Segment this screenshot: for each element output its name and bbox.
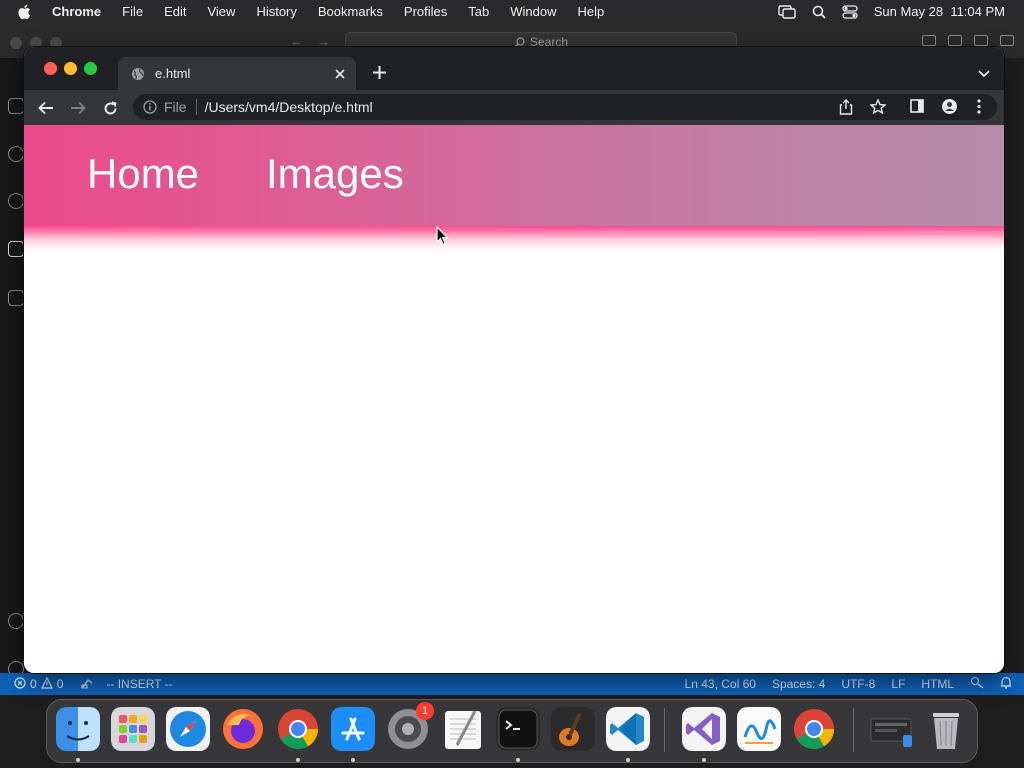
search-sidebar-icon[interactable] xyxy=(8,146,24,162)
window-minimize-button[interactable] xyxy=(64,62,77,75)
dock-google-chrome-2-icon[interactable] xyxy=(792,707,836,751)
dock-running-indicator xyxy=(626,758,630,762)
dock-firefox-icon[interactable] xyxy=(221,707,265,751)
bookmark-star-icon[interactable] xyxy=(870,99,886,114)
vscode-activity-bar xyxy=(0,58,24,695)
menu-edit[interactable]: Edit xyxy=(164,4,186,19)
source-control-icon[interactable] xyxy=(8,193,24,209)
warning-icon[interactable] xyxy=(40,676,53,692)
menu-profiles[interactable]: Profiles xyxy=(404,4,447,19)
indentation[interactable]: Spaces: 4 xyxy=(772,677,825,691)
menubar-clock[interactable]: Sun May 28 11:04 PM xyxy=(874,4,1005,19)
menu-history[interactable]: History xyxy=(256,4,296,19)
menu-window[interactable]: Window xyxy=(510,4,556,19)
reload-button-icon[interactable] xyxy=(100,98,120,118)
globe-icon xyxy=(131,67,145,81)
nav-link-images[interactable]: Images xyxy=(266,150,404,198)
vim-mode-indicator: -- INSERT -- xyxy=(106,677,173,691)
dock-running-indicator xyxy=(296,758,300,762)
run-debug-icon[interactable] xyxy=(8,241,24,257)
url-scheme-label: File xyxy=(164,99,187,115)
dock-separator xyxy=(853,708,854,752)
dock-safari-icon[interactable] xyxy=(166,707,210,751)
side-panel-icon[interactable] xyxy=(910,99,924,113)
toggle-secondary-sidebar-icon[interactable] xyxy=(974,35,988,46)
window-maximize-button[interactable] xyxy=(84,62,97,75)
menu-file[interactable]: File xyxy=(122,4,143,19)
dock-visual-studio-code-icon[interactable] xyxy=(606,707,650,751)
end-of-line[interactable]: LF xyxy=(891,677,905,691)
error-icon[interactable] xyxy=(14,676,26,692)
dock-terminal-icon[interactable] xyxy=(496,707,540,751)
customize-layout-icon[interactable] xyxy=(1000,35,1014,46)
chrome-menu-kebab-icon[interactable] xyxy=(977,99,981,114)
macos-dock: 1 xyxy=(46,699,978,763)
toggle-sidebar-icon[interactable] xyxy=(922,35,936,46)
dock-google-chrome-icon[interactable] xyxy=(276,707,320,751)
share-icon[interactable] xyxy=(839,99,853,115)
new-tab-plus-icon[interactable] xyxy=(370,63,388,81)
dock-running-indicator xyxy=(351,758,355,762)
live-share-icon[interactable] xyxy=(81,677,94,692)
chrome-tab-strip: e.html xyxy=(24,47,1004,90)
dock-textedit-icon[interactable] xyxy=(441,707,485,751)
menu-help[interactable]: Help xyxy=(578,4,605,19)
search-icon xyxy=(514,36,525,47)
macos-menu-bar: Chrome File Edit View History Bookmarks … xyxy=(0,0,1024,23)
omnibox-divider xyxy=(195,99,197,115)
chrome-window: e.html File /Users/vm4/Desktop/e.html Ho… xyxy=(24,47,1004,673)
warning-count[interactable]: 0 xyxy=(57,677,64,691)
dock-app-store-icon[interactable] xyxy=(331,707,375,751)
dock-garageband-icon[interactable] xyxy=(551,707,595,751)
menu-tab[interactable]: Tab xyxy=(468,4,489,19)
feedback-icon[interactable] xyxy=(970,676,984,692)
file-encoding[interactable]: UTF-8 xyxy=(841,677,875,691)
chrome-toolbar: File /Users/vm4/Desktop/e.html xyxy=(24,90,1004,125)
site-nav-bar: Home Images xyxy=(24,125,1004,226)
account-icon[interactable] xyxy=(8,613,24,629)
nav-glow-underline xyxy=(24,226,1004,256)
dock-launchpad-icon[interactable] xyxy=(111,707,155,751)
dock-freeform-icon[interactable] xyxy=(737,707,781,751)
language-mode[interactable]: HTML xyxy=(921,677,954,691)
nav-link-home[interactable]: Home xyxy=(87,150,199,198)
site-info-icon[interactable] xyxy=(143,100,157,114)
menu-app-chrome[interactable]: Chrome xyxy=(52,4,101,19)
dock-visual-studio-icon[interactable] xyxy=(682,707,726,751)
dock-running-indicator xyxy=(516,758,520,762)
mouse-cursor-icon xyxy=(436,225,450,251)
page-viewport: Home Images xyxy=(24,125,1004,673)
error-count[interactable]: 0 xyxy=(30,677,37,691)
control-center-icon[interactable] xyxy=(842,4,858,19)
tab-e-html[interactable]: e.html xyxy=(118,57,356,90)
tab-search-chevron-icon[interactable] xyxy=(978,65,990,83)
vscode-layout-controls xyxy=(922,35,1014,46)
vscode-status-bar: 0 0 -- INSERT -- Ln 43, Col 60 Spaces: 4… xyxy=(0,673,1024,695)
address-bar[interactable]: File /Users/vm4/Desktop/e.html xyxy=(133,94,997,120)
profile-avatar-icon[interactable] xyxy=(942,99,957,114)
apple-menu-icon[interactable] xyxy=(17,4,35,20)
menu-bookmarks[interactable]: Bookmarks xyxy=(318,4,383,19)
spotlight-search-icon[interactable] xyxy=(812,5,826,19)
dock-downloads-stack-icon[interactable] xyxy=(869,707,913,751)
dock-separator xyxy=(664,708,665,752)
settings-notification-badge: 1 xyxy=(416,702,434,720)
back-button-icon[interactable] xyxy=(36,98,56,118)
menu-view[interactable]: View xyxy=(207,4,235,19)
window-close-button[interactable] xyxy=(44,62,57,75)
notifications-bell-icon[interactable] xyxy=(1000,676,1012,692)
dock-running-indicator xyxy=(76,758,80,762)
tab-close-icon[interactable] xyxy=(332,66,348,82)
forward-button-icon[interactable] xyxy=(68,98,88,118)
toggle-panel-icon[interactable] xyxy=(948,35,962,46)
dock-trash-icon[interactable] xyxy=(924,707,968,751)
tab-title: e.html xyxy=(155,66,191,81)
cursor-position[interactable]: Ln 43, Col 60 xyxy=(685,677,756,691)
extensions-icon[interactable] xyxy=(8,290,24,306)
dock-running-indicator xyxy=(702,758,706,762)
screen-mirroring-icon[interactable] xyxy=(778,4,796,19)
dock-finder-icon[interactable] xyxy=(56,707,100,751)
vscode-editor-edge xyxy=(1004,58,1024,695)
explorer-icon[interactable] xyxy=(8,98,24,114)
